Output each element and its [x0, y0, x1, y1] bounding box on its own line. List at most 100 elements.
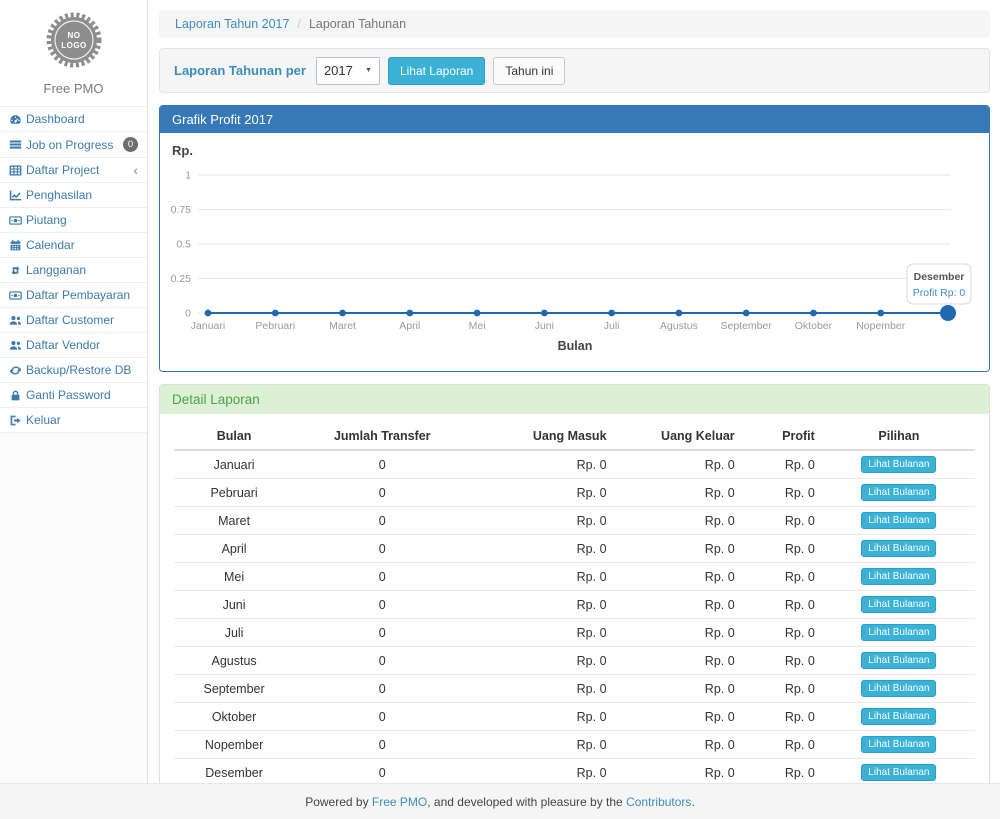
chart-panel-title: Grafik Profit 2017 — [160, 106, 989, 133]
refresh-icon — [9, 364, 26, 377]
cell-uang-keluar: Rp. 0 — [615, 535, 743, 563]
lihat-bulanan-button[interactable]: Lihat Bulanan — [861, 456, 936, 473]
sidebar-item-keluar[interactable]: Keluar — [0, 407, 147, 433]
column-header-uang-keluar: Uang Keluar — [615, 423, 743, 450]
cell-pilihan: Lihat Bulanan — [823, 647, 975, 675]
year-select-value: 2017 — [324, 63, 353, 78]
data-point-september[interactable] — [743, 310, 750, 317]
lihat-bulanan-button[interactable]: Lihat Bulanan — [861, 568, 936, 585]
lihat-bulanan-button[interactable]: Lihat Bulanan — [861, 764, 936, 781]
sidebar-item-daftar-pembayaran[interactable]: Daftar Pembayaran — [0, 282, 147, 307]
sidebar-item-backup-restore-db[interactable]: Backup/Restore DB — [0, 357, 147, 382]
cell-uang-keluar: Rp. 0 — [615, 703, 743, 731]
report-filter-bar: Laporan Tahunan per 2017 ▼ Lihat Laporan… — [159, 48, 990, 93]
sidebar-item-daftar-vendor[interactable]: Daftar Vendor — [0, 332, 147, 357]
this-year-button[interactable]: Tahun ini — [493, 57, 565, 85]
data-point-desember[interactable] — [940, 305, 956, 321]
lihat-bulanan-button[interactable]: Lihat Bulanan — [861, 708, 936, 725]
footer-text-suffix: . — [691, 795, 694, 809]
lihat-bulanan-button[interactable]: Lihat Bulanan — [861, 624, 936, 641]
sidebar-item-label: Ganti Password — [26, 388, 111, 402]
lihat-bulanan-button[interactable]: Lihat Bulanan — [861, 652, 936, 669]
cell-bulan: Pebruari — [174, 479, 294, 507]
sidebar-item-label: Langganan — [26, 263, 86, 277]
cell-profit: Rp. 0 — [743, 647, 823, 675]
cell-jumlah-transfer: 0 — [294, 479, 470, 507]
lock-icon — [9, 389, 26, 402]
breadcrumb-link[interactable]: Laporan Tahun 2017 — [175, 17, 289, 31]
footer-link-contributors[interactable]: Contributors — [626, 795, 691, 809]
main-content: Laporan Tahun 2017 / Laporan Tahunan Lap… — [149, 0, 1000, 783]
x-tick-label: Mei — [469, 320, 486, 332]
data-point-mei[interactable] — [474, 310, 481, 317]
caret-down-icon: ▼ — [365, 67, 372, 74]
sidebar-item-label: Calendar — [26, 238, 75, 252]
sidebar-item-label: Dashboard — [26, 112, 85, 126]
cell-uang-masuk: Rp. 0 — [470, 647, 614, 675]
users-icon — [9, 314, 26, 327]
sidebar-item-dashboard[interactable]: Dashboard — [0, 106, 147, 131]
cell-jumlah-transfer: 0 — [294, 450, 470, 479]
view-report-button[interactable]: Lihat Laporan — [388, 57, 485, 85]
sidebar-item-penghasilan[interactable]: Penghasilan — [0, 182, 147, 207]
data-point-maret[interactable] — [339, 310, 346, 317]
table-row: Mei0Rp. 0Rp. 0Rp. 0Lihat Bulanan — [174, 563, 975, 591]
cell-jumlah-transfer: 0 — [294, 563, 470, 591]
footer: Powered by Free PMO, and developed with … — [0, 783, 1000, 819]
sidebar-item-calendar[interactable]: Calendar — [0, 232, 147, 257]
table-row: Pebruari0Rp. 0Rp. 0Rp. 0Lihat Bulanan — [174, 479, 975, 507]
data-point-januari[interactable] — [205, 310, 212, 317]
lihat-bulanan-button[interactable]: Lihat Bulanan — [861, 484, 936, 501]
footer-link-freepmo[interactable]: Free PMO — [372, 795, 427, 809]
data-point-april[interactable] — [406, 310, 413, 317]
data-point-pebruari[interactable] — [272, 310, 279, 317]
table-header-row: BulanJumlah TransferUang MasukUang Kelua… — [174, 423, 975, 450]
lihat-bulanan-button[interactable]: Lihat Bulanan — [861, 736, 936, 753]
data-point-nopember[interactable] — [877, 310, 884, 317]
cell-jumlah-transfer: 0 — [294, 619, 470, 647]
sidebar-menu: Dashboard Job on Progress0Daftar Project‹… — [0, 106, 147, 433]
sidebar-item-label: Job on Progress — [26, 138, 113, 152]
x-axis-label: Bulan — [558, 339, 593, 353]
x-tick-label: Juli — [604, 320, 620, 332]
brand-name: Free PMO — [0, 81, 147, 96]
year-select[interactable]: 2017 ▼ — [316, 57, 380, 85]
sidebar-item-ganti-password[interactable]: Ganti Password — [0, 382, 147, 407]
cell-bulan: Agustus — [174, 647, 294, 675]
lihat-bulanan-button[interactable]: Lihat Bulanan — [861, 680, 936, 697]
cell-uang-masuk: Rp. 0 — [470, 619, 614, 647]
lihat-bulanan-button[interactable]: Lihat Bulanan — [861, 596, 936, 613]
cell-pilihan: Lihat Bulanan — [823, 479, 975, 507]
tasks-icon — [9, 138, 26, 151]
sidebar-item-langganan[interactable]: Langganan — [0, 257, 147, 282]
cell-jumlah-transfer: 0 — [294, 591, 470, 619]
cell-jumlah-transfer: 0 — [294, 731, 470, 759]
cell-pilihan: Lihat Bulanan — [823, 675, 975, 703]
cell-bulan: Nopember — [174, 731, 294, 759]
cell-uang-keluar: Rp. 0 — [615, 507, 743, 535]
lihat-bulanan-button[interactable]: Lihat Bulanan — [861, 540, 936, 557]
sidebar-item-label: Keluar — [26, 413, 61, 427]
cell-bulan: Oktober — [174, 703, 294, 731]
profit-chart-panel: Grafik Profit 2017 Rp.00.250.50.751Janua… — [159, 105, 990, 372]
cell-bulan: Mei — [174, 563, 294, 591]
sidebar-item-daftar-project[interactable]: Daftar Project‹ — [0, 157, 147, 182]
money-icon — [9, 289, 26, 302]
sidebar-item-daftar-customer[interactable]: Daftar Customer — [0, 307, 147, 332]
detail-table-wrapper: BulanJumlah TransferUang MasukUang Kelua… — [160, 414, 989, 819]
column-header-uang-masuk: Uang Masuk — [470, 423, 614, 450]
data-point-agustus[interactable] — [676, 310, 683, 317]
sidebar-item-piutang[interactable]: Piutang — [0, 207, 147, 232]
cell-pilihan: Lihat Bulanan — [823, 703, 975, 731]
cell-bulan: September — [174, 675, 294, 703]
cell-pilihan: Lihat Bulanan — [823, 535, 975, 563]
logo-text-line1: NO — [67, 31, 80, 40]
y-tick-label: 1 — [185, 170, 191, 182]
lihat-bulanan-button[interactable]: Lihat Bulanan — [861, 512, 936, 529]
data-point-juni[interactable] — [541, 310, 548, 317]
cell-jumlah-transfer: 0 — [294, 647, 470, 675]
cell-profit: Rp. 0 — [743, 731, 823, 759]
sidebar-item-job-on-progress[interactable]: Job on Progress0 — [0, 131, 147, 157]
data-point-juli[interactable] — [608, 310, 615, 317]
data-point-oktober[interactable] — [810, 310, 817, 317]
